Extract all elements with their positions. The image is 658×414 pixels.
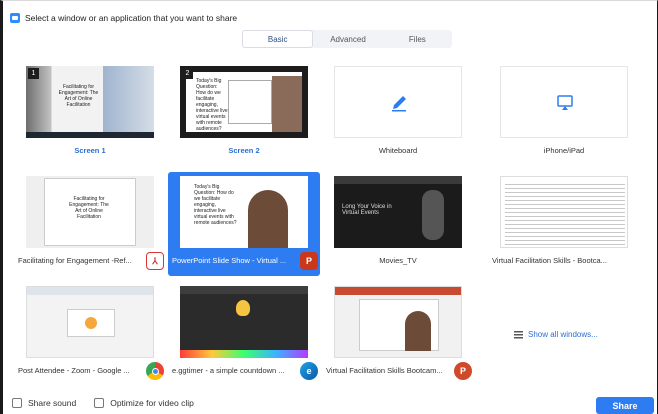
iphone-ipad-thumbnail	[500, 66, 628, 138]
window-thumbnail: Long Your Voice in Virtual Events	[334, 176, 462, 248]
show-all-windows-link[interactable]: Show all windows...	[514, 330, 598, 339]
checkbox-box[interactable]	[94, 398, 105, 408]
windows-list-icon	[514, 331, 523, 339]
pdf-icon: ⅄	[146, 252, 164, 270]
share-option-screen-2[interactable]: Today's Big Question: How do we facilita…	[168, 62, 320, 166]
dialog-titlebar: Select a window or an application that y…	[10, 10, 237, 26]
whiteboard-thumbnail	[334, 66, 462, 138]
whiteboard-label: Whiteboard	[378, 146, 418, 155]
show-all-windows-label: Show all windows...	[528, 330, 598, 339]
screen-2-thumbnail: Today's Big Question: How do we facilita…	[180, 66, 308, 138]
share-sound-label: Share sound	[28, 398, 77, 408]
chrome-icon	[146, 362, 164, 380]
tab-advanced[interactable]: Advanced	[313, 30, 382, 48]
window-option-movies-tv[interactable]: Long Your Voice in Virtual Events Movies…	[322, 172, 474, 276]
window-option-facilitating-pdf[interactable]: Facilitating for Engagement: The Art of …	[14, 172, 166, 276]
window-label: e.ggtimer - a simple countdown ...	[172, 366, 285, 375]
window-label: Movies_TV	[379, 256, 417, 265]
iphone-ipad-label: iPhone/iPad	[543, 146, 585, 155]
pencil-icon	[392, 96, 406, 112]
share-option-whiteboard[interactable]: Whiteboard	[322, 62, 474, 166]
window-thumbnail	[180, 286, 308, 358]
window-thumbnail	[26, 286, 154, 358]
window-label: Virtual Facilitation Skills - Bootca...	[492, 256, 607, 265]
window-option-virtual-facilitation-ppt[interactable]: Virtual Facilitation Skills Bootcam... P	[322, 282, 474, 386]
window-thumbnail: Today's Big Question: How do we facilita…	[180, 176, 308, 248]
share-option-iphone-ipad[interactable]: iPhone/iPad	[488, 62, 640, 166]
window-option-powerpoint-slideshow[interactable]: Today's Big Question: How do we facilita…	[168, 172, 320, 276]
screen-number-badge: 1	[28, 68, 39, 79]
powerpoint-icon: P	[300, 252, 318, 270]
window-option-eggtimer-edge[interactable]: e.ggtimer - a simple countdown ... e	[168, 282, 320, 386]
share-button[interactable]: Share	[596, 397, 654, 414]
window-thumbnail	[500, 176, 628, 248]
tab-basic[interactable]: Basic	[242, 30, 314, 48]
window-thumbnail: Facilitating for Engagement: The Art of …	[26, 176, 154, 248]
window-thumbnail	[334, 286, 462, 358]
airplay-icon	[557, 95, 573, 110]
share-tabs: Basic Advanced Files	[242, 30, 452, 48]
dialog-footer: Share sound Optimize for video clip	[12, 398, 194, 408]
screen-1-thumbnail: Facilitating for Engagement: The Art of …	[26, 66, 154, 138]
window-label: PowerPoint Slide Show - Virtual ...	[172, 256, 287, 265]
window-option-post-attendee-chrome[interactable]: Post Attendee - Zoom - Google ...	[14, 282, 166, 386]
window-label: Facilitating for Engagement -Ref...	[18, 256, 132, 265]
checkbox-box[interactable]	[12, 398, 22, 408]
zoom-app-icon	[10, 13, 20, 23]
share-sound-checkbox[interactable]: Share sound	[12, 398, 76, 408]
edge-icon: e	[300, 362, 318, 380]
powerpoint-icon: P	[454, 362, 472, 380]
screen-1-label: Screen 1	[74, 146, 106, 155]
tab-files[interactable]: Files	[383, 30, 452, 48]
window-option-virtual-facilitation-doc[interactable]: Virtual Facilitation Skills - Bootca...	[488, 172, 640, 276]
dialog-title: Select a window or an application that y…	[25, 13, 238, 23]
screen-2-label: Screen 2	[228, 146, 260, 155]
window-label: Virtual Facilitation Skills Bootcam...	[326, 366, 443, 375]
share-option-screen-1[interactable]: Facilitating for Engagement: The Art of …	[14, 62, 166, 166]
screen-number-badge: 2	[182, 68, 193, 79]
optimize-video-checkbox[interactable]: Optimize for video clip	[94, 398, 194, 408]
window-label: Post Attendee - Zoom - Google ...	[18, 366, 130, 375]
optimize-video-label: Optimize for video clip	[110, 398, 194, 408]
